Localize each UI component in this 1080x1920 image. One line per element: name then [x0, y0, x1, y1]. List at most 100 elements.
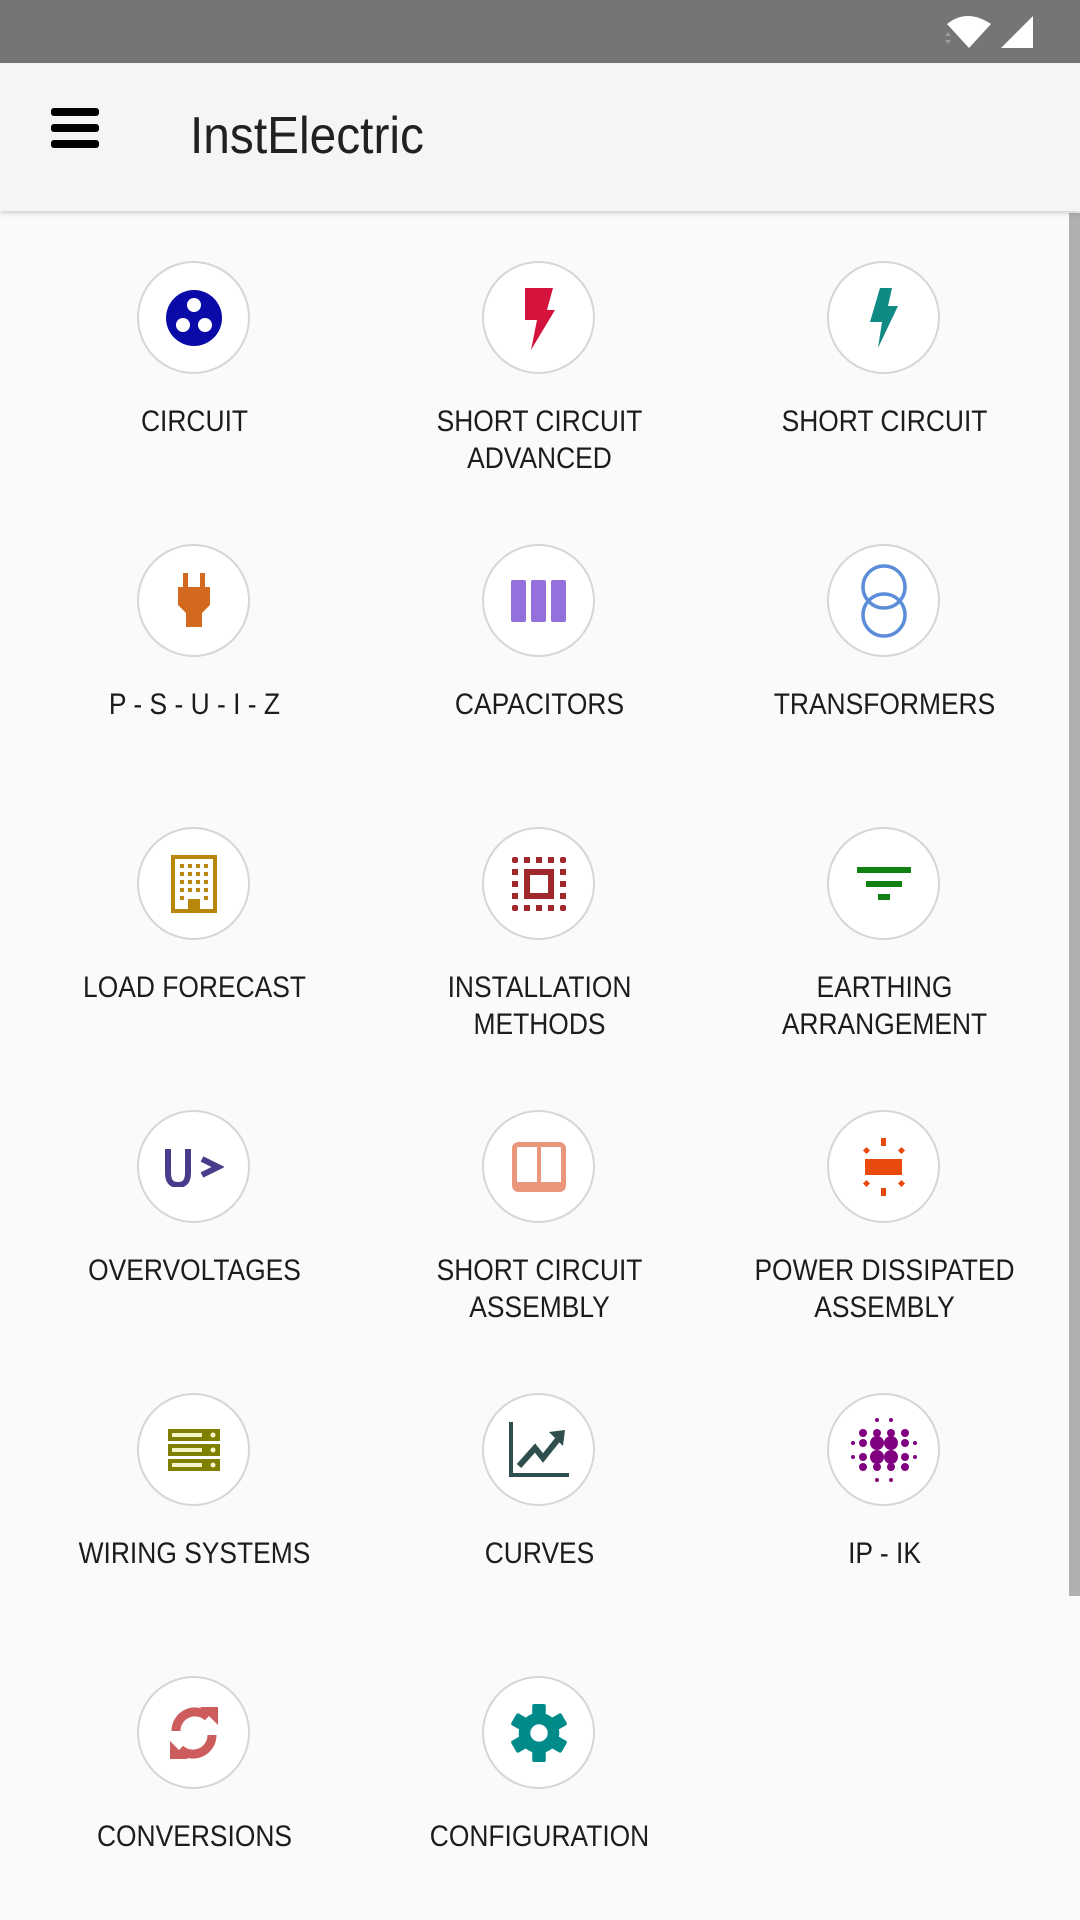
menu-item-transformers[interactable]: TRANSFORMERS [712, 494, 1057, 777]
select-all-icon [511, 856, 566, 911]
status-icons [943, 14, 1035, 50]
menu-item-earthing-arrangement[interactable]: EARTHING ARRANGEMENT [712, 777, 1057, 1060]
server-rack-icon [167, 1428, 220, 1471]
label-line-1: CURVES [484, 1537, 595, 1570]
hamburger-menu-icon [51, 108, 99, 148]
icon-circle [482, 827, 595, 940]
app-title: InstElectric [190, 107, 424, 165]
menu-item-installation-methods[interactable]: INSTALLATION METHODS [367, 777, 712, 1060]
label-line-1: CIRCUIT [140, 405, 249, 438]
menu-item-label: INSTALLATION METHODS [388, 969, 692, 1043]
menu-item-label: SHORT CIRCUIT ASSEMBLY [388, 1252, 692, 1326]
menu-item-label: CURVES [388, 1535, 692, 1572]
menu-item-label: SHORT CIRCUIT [733, 403, 1037, 440]
earth-ground-icon [856, 866, 911, 901]
menu-item-label: WIRING SYSTEMS [43, 1535, 347, 1572]
lightning-bolt-icon [864, 286, 904, 350]
power-plug-icon [174, 572, 214, 629]
circuit-icon [164, 288, 224, 348]
menu-item-power-dissipated-assembly[interactable]: POWER DISSIPATED ASSEMBLY [712, 1060, 1057, 1343]
menu-item-capacitors[interactable]: CAPACITORS [367, 494, 712, 777]
status-bar [0, 0, 1080, 63]
icon-circle [137, 544, 250, 657]
label-line-2: ARRANGEMENT [781, 1008, 988, 1041]
menu-item-circuit[interactable]: CIRCUIT [22, 211, 367, 494]
hamburger-menu-button[interactable] [40, 93, 110, 163]
menu-item-label: CAPACITORS [388, 686, 692, 723]
menu-item-label: P - S - U - I - Z [43, 686, 347, 723]
label-line-1: SHORT CIRCUIT [781, 405, 988, 438]
icon-circle [137, 827, 250, 940]
transformer-rings-icon [859, 563, 909, 639]
menu-item-overvoltages[interactable]: OVERVOLTAGES [22, 1060, 367, 1343]
menu-item-label: OVERVOLTAGES [43, 1252, 347, 1289]
icon-circle [137, 261, 250, 374]
icon-circle [827, 1110, 940, 1223]
icon-circle [482, 1110, 595, 1223]
icon-circle [482, 1393, 595, 1506]
label-line-2: ADVANCED [467, 442, 612, 475]
icon-circle [827, 1393, 940, 1506]
label-line-1: P - S - U - I - Z [108, 688, 281, 721]
gear-icon [509, 1702, 569, 1764]
menu-item-label: IP - IK [733, 1535, 1037, 1572]
label-line-2: ASSEMBLY [469, 1291, 610, 1324]
menu-grid: CIRCUIT SHORT CIRCUIT ADVANCED SHORT CIR… [0, 211, 1068, 1920]
wifi-icon [943, 14, 995, 50]
vertical-scrollbar[interactable] [1069, 213, 1080, 1596]
icon-circle [137, 1110, 250, 1223]
menu-item-short-circuit-assembly[interactable]: SHORT CIRCUIT ASSEMBLY [367, 1060, 712, 1343]
label-line-1: IP - IK [848, 1537, 921, 1570]
icon-circle [482, 544, 595, 657]
menu-item-label: CONFIGURATION [388, 1818, 692, 1855]
label-line-1: CONVERSIONS [96, 1820, 293, 1853]
menu-item-label: POWER DISSIPATED ASSEMBLY [733, 1252, 1037, 1326]
menu-item-label: CIRCUIT [43, 403, 347, 440]
icon-circle [482, 261, 595, 374]
menu-item-label: EARTHING ARRANGEMENT [733, 969, 1037, 1043]
menu-item-short-circuit-advanced[interactable]: SHORT CIRCUIT ADVANCED [367, 211, 712, 494]
menu-item-label: TRANSFORMERS [733, 686, 1037, 723]
label-line-1: LOAD FORECAST [83, 971, 306, 1004]
panel-assembly-icon [511, 1141, 566, 1192]
menu-item-short-circuit[interactable]: SHORT CIRCUIT [712, 211, 1057, 494]
label-line-1: OVERVOLTAGES [88, 1254, 301, 1287]
label-line-1: TRANSFORMERS [773, 688, 996, 721]
menu-item-label: SHORT CIRCUIT ADVANCED [388, 403, 692, 477]
label-line-1: POWER DISSIPATED [754, 1254, 1015, 1287]
label-line-2: ASSEMBLY [814, 1291, 955, 1324]
menu-item-ip-ik[interactable]: IP - IK [712, 1343, 1057, 1626]
label-line-1: WIRING SYSTEMS [78, 1537, 311, 1570]
icon-circle [827, 827, 940, 940]
label-line-1: SHORT CIRCUIT [436, 1254, 643, 1287]
menu-item-psuiz[interactable]: P - S - U - I - Z [22, 494, 367, 777]
capacitor-bars-icon [510, 579, 567, 622]
building-icon [170, 854, 217, 913]
app-bar: InstElectric [0, 63, 1080, 211]
label-line-1: INSTALLATION [447, 971, 632, 1004]
label-line-1: EARTHING [816, 971, 953, 1004]
dot-grid-icon [850, 1417, 917, 1483]
icon-circle [482, 1676, 595, 1789]
sync-arrows-icon [168, 1705, 220, 1761]
lightning-bolt-icon [519, 286, 559, 350]
overvoltage-icon [164, 1147, 224, 1187]
icon-circle [137, 1676, 250, 1789]
icon-circle [137, 1393, 250, 1506]
menu-item-label: LOAD FORECAST [43, 969, 347, 1006]
menu-item-wiring-systems[interactable]: WIRING SYSTEMS [22, 1343, 367, 1626]
icon-circle [827, 544, 940, 657]
menu-item-conversions[interactable]: CONVERSIONS [22, 1626, 367, 1909]
trending-up-chart-icon [508, 1421, 569, 1478]
label-line-1: CAPACITORS [454, 688, 625, 721]
heat-dissipation-icon [862, 1137, 906, 1196]
icon-circle [827, 261, 940, 374]
menu-item-label: CONVERSIONS [43, 1818, 347, 1855]
label-line-2: METHODS [473, 1008, 606, 1041]
menu-item-load-forecast[interactable]: LOAD FORECAST [22, 777, 367, 1060]
cell-signal-icon [999, 14, 1035, 50]
label-line-1: CONFIGURATION [429, 1820, 650, 1853]
label-line-1: SHORT CIRCUIT [436, 405, 643, 438]
menu-item-curves[interactable]: CURVES [367, 1343, 712, 1626]
menu-item-configuration[interactable]: CONFIGURATION [367, 1626, 712, 1909]
